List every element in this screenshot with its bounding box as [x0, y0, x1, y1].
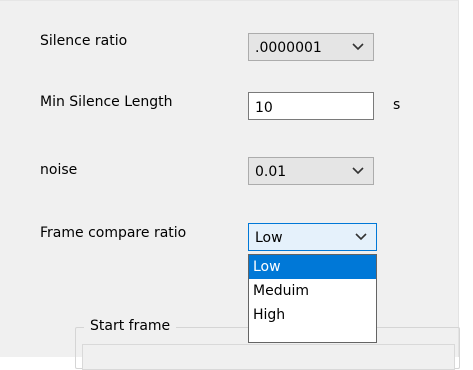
min-silence-length-label: Min Silence Length [40, 94, 173, 110]
option-low[interactable]: Low [249, 255, 376, 279]
frame-compare-ratio-value: Low [255, 230, 283, 246]
option-high[interactable]: High [249, 303, 376, 327]
noise-dropdown[interactable]: 0.01 [248, 157, 374, 185]
start-frame-field[interactable] [82, 344, 455, 370]
chevron-down-icon [355, 233, 367, 241]
silence-ratio-value: .0000001 [255, 40, 322, 56]
chevron-down-icon [352, 167, 364, 175]
frame-compare-ratio-options: Low Meduim High [248, 254, 377, 343]
option-meduim[interactable]: Meduim [249, 279, 376, 303]
silence-ratio-label: Silence ratio [40, 33, 128, 49]
min-silence-length-value: 10 [255, 100, 273, 116]
frame-compare-ratio-dropdown[interactable]: Low [248, 223, 377, 251]
noise-label: noise [40, 162, 78, 178]
chevron-down-icon [352, 43, 364, 51]
min-silence-length-input[interactable]: 10 [248, 92, 374, 120]
min-silence-length-unit: s [393, 97, 401, 113]
start-frame-label: Start frame [84, 318, 177, 334]
noise-value: 0.01 [255, 164, 287, 180]
settings-panel: Silence ratio .0000001 Min Silence Lengt… [0, 0, 460, 370]
silence-ratio-dropdown[interactable]: .0000001 [248, 33, 374, 61]
frame-compare-ratio-label: Frame compare ratio [40, 225, 187, 241]
